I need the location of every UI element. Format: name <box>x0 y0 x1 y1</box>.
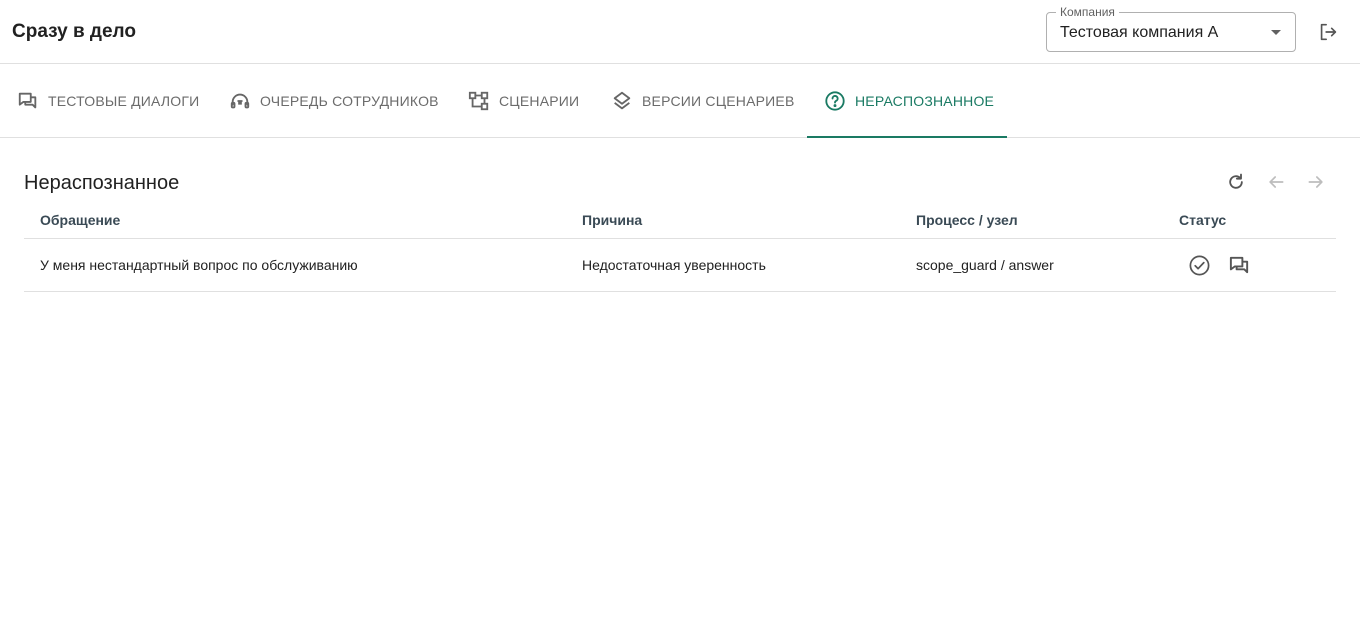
app-title: Сразу в дело <box>12 21 136 42</box>
top-bar: Сразу в дело Компания Тестовая компания … <box>0 0 1360 64</box>
company-select-label: Компания <box>1056 5 1119 19</box>
layers-icon <box>613 91 631 109</box>
headset-icon <box>230 93 250 108</box>
open-dialog-button[interactable] <box>1227 253 1251 277</box>
column-header-request[interactable]: Обращение <box>40 212 120 228</box>
cell-process: scope_guard / answer <box>916 257 1054 273</box>
table-header: Обращение Причина Процесс / узел Статус <box>24 202 1336 239</box>
arrow-right-icon <box>1308 176 1323 188</box>
column-header-status[interactable]: Статус <box>1179 212 1226 228</box>
company-select-value: Тестовая компания А <box>1060 24 1219 41</box>
page-title: Нераспознанное <box>24 172 180 194</box>
help-circle-icon <box>825 90 845 111</box>
tab-unrecognized[interactable]: НЕРАСПОЗНАННОЕ <box>807 64 1007 138</box>
tab-scenarios[interactable]: СЦЕНАРИИ <box>468 64 579 137</box>
dropdown-arrow-icon <box>1271 30 1281 35</box>
arrow-left-icon <box>1269 176 1284 188</box>
tab-staff-queue[interactable]: ОЧЕРЕДЬ СОТРУДНИКОВ <box>229 64 439 137</box>
column-header-process[interactable]: Процесс / узел <box>916 212 1018 228</box>
main-tabs: ТЕСТОВЫЕ ДИАЛОГИ ОЧЕРЕДЬ СОТРУДНИКОВ СЦЕ… <box>0 64 1360 138</box>
tab-label: СЦЕНАРИИ <box>499 92 580 109</box>
cell-reason: Недостаточная уверенность <box>582 257 766 273</box>
tab-label: ТЕСТОВЫЕ ДИАЛОГИ <box>48 92 200 109</box>
tab-label: НЕРАСПОЗНАННОЕ <box>855 92 995 109</box>
logout-icon <box>1320 23 1337 41</box>
flowchart-icon <box>468 91 489 110</box>
tab-test-dialogs[interactable]: ТЕСТОВЫЕ ДИАЛОГИ <box>17 64 199 137</box>
tab-scenario-versions[interactable]: ВЕРСИИ СЦЕНАРИЕВ <box>611 64 795 137</box>
chat-icon <box>18 92 37 108</box>
logout-button[interactable] <box>1314 18 1342 46</box>
chat-icon <box>1229 256 1248 273</box>
previous-page-button[interactable] <box>1264 170 1288 194</box>
column-header-reason[interactable]: Причина <box>582 212 642 228</box>
tab-label: ВЕРСИИ СЦЕНАРИЕВ <box>642 92 795 109</box>
next-page-button[interactable] <box>1304 170 1328 194</box>
refresh-icon <box>1229 173 1243 189</box>
check-circle-icon <box>1189 255 1209 275</box>
tab-label: ОЧЕРЕДЬ СОТРУДНИКОВ <box>260 92 439 109</box>
resolve-button[interactable] <box>1187 253 1211 277</box>
company-select[interactable]: Компания Тестовая компания А <box>1046 5 1296 52</box>
refresh-button[interactable] <box>1224 170 1248 194</box>
table-row[interactable]: У меня нестандартный вопрос по обслужива… <box>24 239 1336 292</box>
cell-request: У меня нестандартный вопрос по обслужива… <box>40 257 358 273</box>
unrecognized-table: Обращение Причина Процесс / узел Статус … <box>24 202 1336 292</box>
